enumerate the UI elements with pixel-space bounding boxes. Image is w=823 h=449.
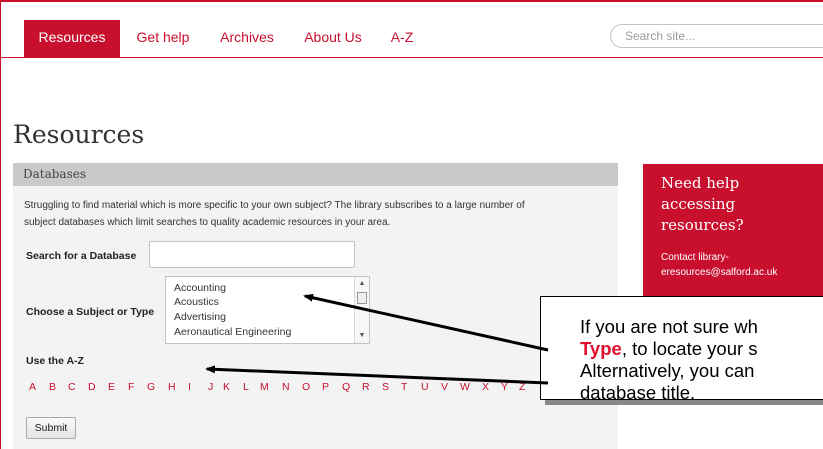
databases-intro: Struggling to find material which is mor… xyxy=(24,197,614,231)
subject-option[interactable]: Acoustics xyxy=(174,296,219,308)
nav-item-get-help[interactable]: Get help xyxy=(127,20,199,58)
nav-divider xyxy=(0,57,823,58)
az-letter-t[interactable]: T xyxy=(401,381,407,393)
az-letter-u[interactable]: U xyxy=(421,381,429,393)
az-letter-d[interactable]: D xyxy=(88,381,96,393)
callout-line: Type, to locate your s xyxy=(580,338,823,360)
site-search-input[interactable]: Search site... xyxy=(610,24,823,48)
az-letter-p[interactable]: P xyxy=(322,381,329,393)
nav-item-resources[interactable]: Resources xyxy=(24,20,120,58)
subject-type-label: Choose a Subject or Type xyxy=(26,306,155,318)
callout-text: If you are not sure wh Type, to locate y… xyxy=(580,316,823,400)
az-letter-l[interactable]: L xyxy=(243,381,249,393)
callout-line-rest: , to locate your s xyxy=(621,338,758,359)
help-box: Need help accessing resources? Contact l… xyxy=(643,164,823,299)
subject-option[interactable]: Accounting xyxy=(174,282,226,294)
nav-item-archives[interactable]: Archives xyxy=(210,20,284,58)
az-letter-c[interactable]: C xyxy=(68,381,76,393)
az-letter-o[interactable]: O xyxy=(302,381,310,393)
instruction-callout: If you are not sure wh Type, to locate y… xyxy=(540,296,823,400)
page-title: Resources xyxy=(13,120,145,149)
search-database-label: Search for a Database xyxy=(26,250,137,262)
list-scrollbar[interactable]: ▲ ▼ xyxy=(354,277,369,343)
submit-button[interactable]: Submit xyxy=(26,417,76,439)
scroll-thumb[interactable] xyxy=(357,292,367,304)
nav-item-about-us[interactable]: About Us xyxy=(295,20,371,58)
callout-line: database title. xyxy=(580,382,696,400)
callout-line: Alternatively, you can xyxy=(580,360,755,381)
az-letter-x[interactable]: X xyxy=(482,381,489,393)
nav-item-a-z[interactable]: A-Z xyxy=(380,20,424,58)
az-letter-n[interactable]: N xyxy=(282,381,290,393)
callout-highlight: Type xyxy=(580,338,622,359)
subject-option[interactable]: Advertising xyxy=(174,311,226,323)
az-letter-s[interactable]: S xyxy=(382,381,389,393)
az-letter-g[interactable]: G xyxy=(147,381,155,393)
az-letter-j[interactable]: J xyxy=(208,381,213,393)
az-letter-y[interactable]: Y xyxy=(501,381,508,393)
top-navigation: Resources Get help Archives About Us A-Z… xyxy=(0,2,823,58)
intro-line: Struggling to find material which is mor… xyxy=(24,200,525,211)
az-letter-i[interactable]: I xyxy=(188,381,191,393)
az-letter-q[interactable]: Q xyxy=(342,381,350,393)
databases-header: Databases xyxy=(13,163,618,186)
help-contact-email[interactable]: Contact library-eresources@salford.ac.uk xyxy=(661,250,823,280)
az-letter-r[interactable]: R xyxy=(362,381,370,393)
scroll-down-icon[interactable]: ▼ xyxy=(355,330,369,342)
window-frame-left xyxy=(0,0,1,449)
subject-option[interactable]: Aeronautical Engineering xyxy=(174,326,291,338)
az-letter-b[interactable]: B xyxy=(49,381,56,393)
az-letter-z[interactable]: Z xyxy=(519,381,525,393)
scroll-up-icon[interactable]: ▲ xyxy=(355,278,369,290)
callout-line: If you are not sure wh xyxy=(580,316,758,337)
az-letter-w[interactable]: W xyxy=(460,381,470,393)
az-letter-f[interactable]: F xyxy=(128,381,134,393)
intro-line: subject databases which limit searches t… xyxy=(24,217,391,228)
help-title: Need help accessing resources? xyxy=(661,174,744,234)
az-letter-e[interactable]: E xyxy=(108,381,115,393)
az-letter-h[interactable]: H xyxy=(168,381,176,393)
az-letter-m[interactable]: M xyxy=(260,381,269,393)
az-label: Use the A-Z xyxy=(26,355,84,367)
subject-select-list[interactable]: Accounting Acoustics Advertising Aeronau… xyxy=(165,276,370,344)
az-letter-k[interactable]: K xyxy=(223,381,230,393)
database-search-input[interactable] xyxy=(149,241,355,268)
az-letter-a[interactable]: A xyxy=(29,381,36,393)
az-letter-v[interactable]: V xyxy=(441,381,448,393)
